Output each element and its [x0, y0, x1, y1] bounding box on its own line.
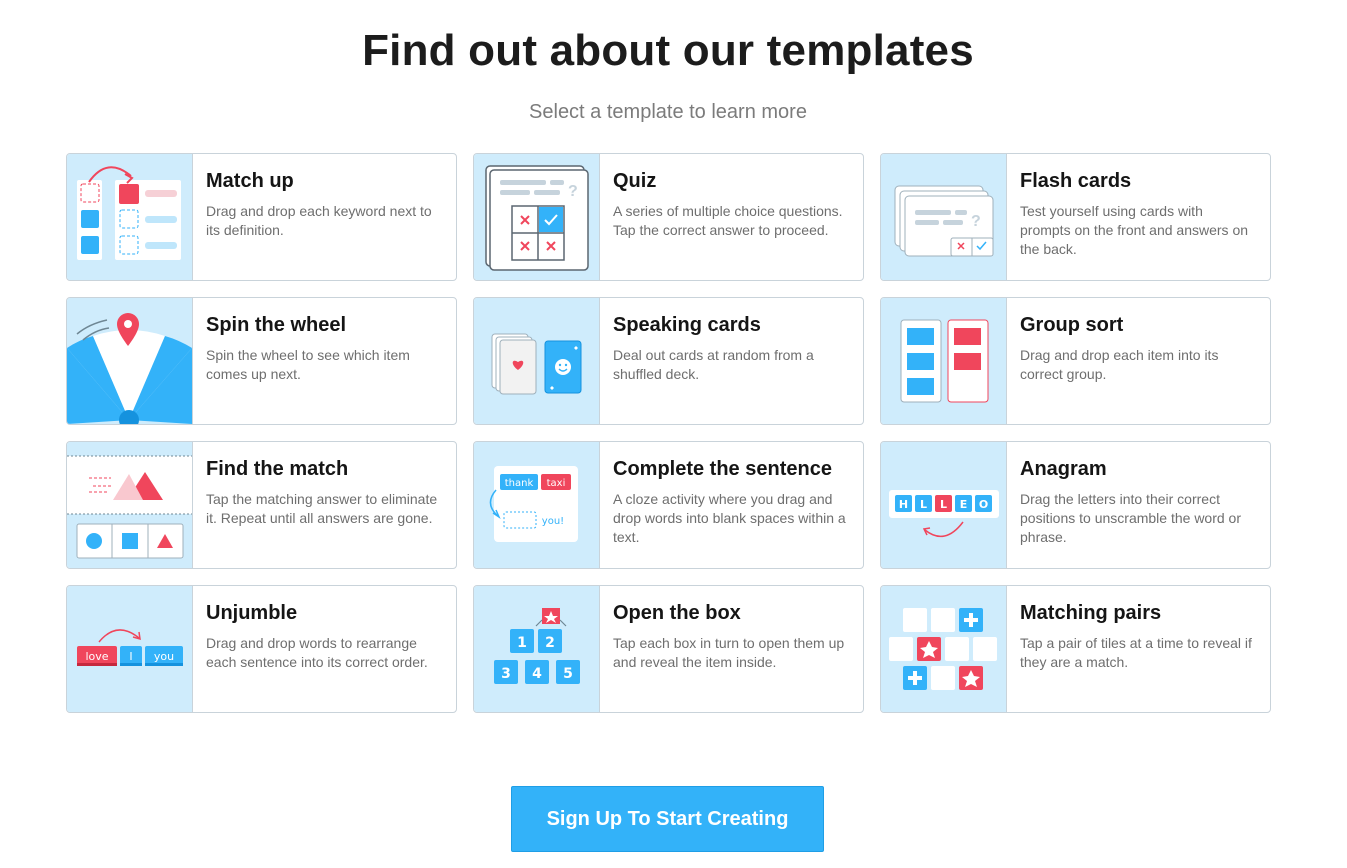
- card-title: Quiz: [613, 170, 657, 192]
- template-grid: Match up Drag and drop each keyword next…: [66, 153, 1271, 713]
- anagram-icon: H L L E O: [881, 442, 1007, 568]
- quiz-icon: ?: [474, 154, 600, 280]
- svg-text:?: ?: [971, 213, 981, 230]
- sign-up-button[interactable]: Sign Up To Start Creating: [511, 786, 824, 852]
- card-description: Drag and drop each keyword next to its d…: [206, 203, 432, 238]
- template-card-anagram[interactable]: H L L E O Anagram Drag the letters into …: [880, 441, 1271, 569]
- letter-tile: L: [920, 498, 927, 511]
- box-number: 1: [517, 635, 527, 651]
- flash-cards-icon: ?: [881, 154, 1007, 280]
- card-description: A cloze activity where you drag and drop…: [613, 491, 846, 545]
- template-card-flash-cards[interactable]: ? Flash cards Test yourself using cards …: [880, 153, 1271, 281]
- box-number: 3: [501, 666, 511, 682]
- complete-sentence-icon: thank taxi you!: [474, 442, 600, 568]
- match-up-icon: [67, 154, 193, 280]
- card-title: Open the box: [613, 602, 741, 624]
- card-description: Tap each box in turn to open them up and…: [613, 635, 845, 670]
- matching-pairs-icon: [881, 586, 1007, 712]
- template-card-open-the-box[interactable]: 1 2 3 4 5 Open the box Tap each box in t…: [473, 585, 864, 713]
- letter-tile: E: [960, 498, 968, 511]
- template-card-match-up[interactable]: Match up Drag and drop each keyword next…: [66, 153, 457, 281]
- card-description: Drag and drop each item into its correct…: [1020, 347, 1219, 382]
- letter-tile: O: [979, 498, 988, 511]
- find-match-icon: [67, 442, 193, 568]
- box-number: 4: [532, 666, 542, 682]
- card-description: Drag and drop words to rearrange each se…: [206, 635, 428, 670]
- card-description: A series of multiple choice questions. T…: [613, 203, 843, 238]
- svg-text:?: ?: [568, 183, 578, 200]
- card-title: Spin the wheel: [206, 314, 347, 336]
- template-card-matching-pairs[interactable]: Matching pairs Tap a pair of tiles at a …: [880, 585, 1271, 713]
- open-box-icon: 1 2 3 4 5: [474, 586, 600, 712]
- speaking-cards-icon: [474, 298, 600, 424]
- card-description: Drag the letters into their correct posi…: [1020, 491, 1241, 545]
- card-description: Spin the wheel to see which item comes u…: [206, 347, 410, 382]
- card-title: Group sort: [1020, 314, 1124, 336]
- template-card-complete-the-sentence[interactable]: thank taxi you! Complete the sentence A …: [473, 441, 864, 569]
- template-card-quiz[interactable]: ? Quiz A series of multiple choice quest…: [473, 153, 864, 281]
- word-tile: I: [129, 650, 132, 663]
- word-tile: taxi: [547, 478, 566, 489]
- letter-tile: H: [899, 498, 908, 511]
- group-sort-icon: [881, 298, 1007, 424]
- card-description: Tap a pair of tiles at a time to reveal …: [1020, 635, 1252, 670]
- box-number: 2: [545, 635, 555, 651]
- card-title: Unjumble: [206, 602, 298, 624]
- sentence-text: you!: [542, 516, 564, 527]
- template-card-find-the-match[interactable]: Find the match Tap the matching answer t…: [66, 441, 457, 569]
- card-description: Deal out cards at random from a shuffled…: [613, 347, 814, 382]
- card-title: Match up: [206, 170, 294, 192]
- card-title: Flash cards: [1020, 170, 1132, 192]
- card-title: Matching pairs: [1020, 602, 1162, 624]
- template-card-speaking-cards[interactable]: Speaking cards Deal out cards at random …: [473, 297, 864, 425]
- word-tile: love: [85, 650, 108, 663]
- template-card-spin-the-wheel[interactable]: Spin the wheel Spin the wheel to see whi…: [66, 297, 457, 425]
- box-number: 5: [563, 666, 573, 682]
- card-title: Complete the sentence: [613, 458, 832, 480]
- card-description: Test yourself using cards with prompts o…: [1020, 203, 1249, 257]
- page-title: Find out about our templates: [362, 26, 974, 75]
- template-card-group-sort[interactable]: Group sort Drag and drop each item into …: [880, 297, 1271, 425]
- page-subtitle: Select a template to learn more: [529, 101, 807, 123]
- word-tile: thank: [505, 478, 534, 489]
- template-card-unjumble[interactable]: love I you Unjumble Drag and drop words …: [66, 585, 457, 713]
- card-title: Find the match: [206, 458, 349, 480]
- card-description: Tap the matching answer to eliminate it.…: [206, 491, 438, 526]
- unjumble-icon: love I you: [67, 586, 193, 712]
- word-tile: you: [154, 650, 174, 663]
- card-title: Speaking cards: [613, 314, 761, 336]
- letter-tile: L: [940, 498, 947, 511]
- card-title: Anagram: [1020, 458, 1107, 480]
- spin-wheel-icon: [67, 298, 193, 424]
